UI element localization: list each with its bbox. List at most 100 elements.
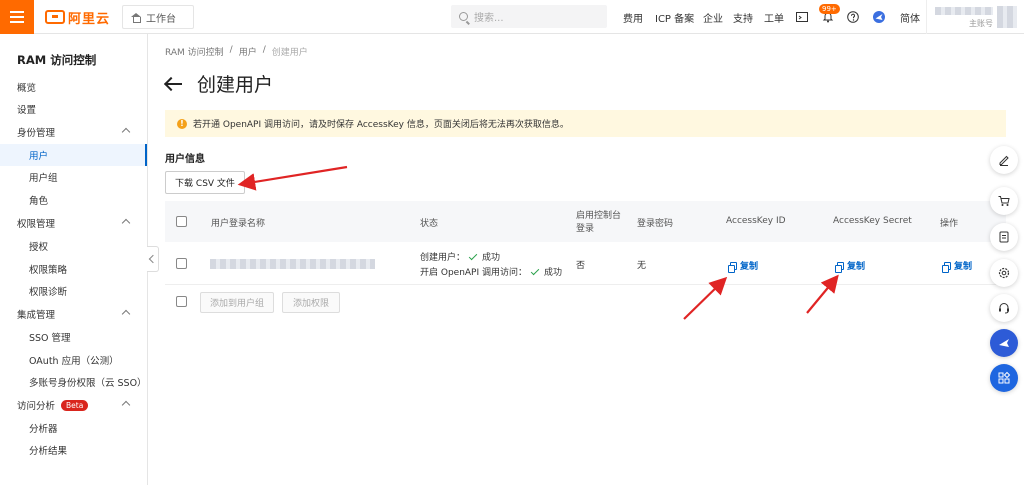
sidebar-item[interactable]: 概览 xyxy=(0,76,147,98)
check-icon xyxy=(468,251,478,261)
notice-text: 若开通 OpenAPI 调用访问，请及时保存 AccessKey 信息，页面关闭… xyxy=(193,120,569,130)
chevron-up-icon[interactable] xyxy=(121,400,131,410)
sidebar-title: RAM 访问控制 xyxy=(17,53,97,67)
breadcrumb-current: 创建用户 xyxy=(271,48,308,58)
select-all-checkbox[interactable] xyxy=(176,216,187,227)
sidebar-item[interactable]: 权限管理 xyxy=(0,212,147,234)
account-name-redacted xyxy=(935,7,993,15)
terminal-icon[interactable] xyxy=(796,11,808,23)
sidebar-item-label: 权限策略 xyxy=(29,265,68,276)
copy-icon xyxy=(728,261,737,273)
sidebar-item-label: 角色 xyxy=(29,196,49,207)
sidebar-item-label: 用户组 xyxy=(29,173,58,184)
chevron-up-icon[interactable] xyxy=(121,218,131,228)
sidebar-item-label: SSO 管理 xyxy=(29,333,71,344)
account-menu[interactable]: 主账号 xyxy=(926,0,1024,34)
sidebar-item-label: 访问分析 xyxy=(17,401,56,412)
warning-icon: ! xyxy=(177,118,187,129)
status-create-label: 创建用户： xyxy=(420,253,466,263)
avatar xyxy=(997,6,1017,28)
apps-grid-icon[interactable] xyxy=(990,364,1018,392)
sidebar-item[interactable]: OAuth 应用（公测） xyxy=(0,349,147,371)
status-cell: 创建用户： 成功 开启 OpenAPI 调用访问： 成功 xyxy=(420,251,562,281)
sidebar-item[interactable]: 用户 xyxy=(0,144,147,166)
nav-icp[interactable]: ICP 备案 xyxy=(655,10,694,25)
sidebar-item-label: 分析器 xyxy=(29,424,58,435)
sidebar-item-label: 权限诊断 xyxy=(29,287,68,298)
sidebar-item[interactable]: 访问分析 Beta xyxy=(0,394,147,416)
copy-icon xyxy=(942,261,951,273)
row-checkbox[interactable] xyxy=(176,258,187,269)
col-login-name: 用户登录名称 xyxy=(211,219,266,229)
copy-label: 复制 xyxy=(954,262,973,272)
sidebar-item[interactable]: 授权 xyxy=(0,235,147,257)
col-accesskey-secret: AccessKey Secret xyxy=(833,216,912,226)
login-name-redacted xyxy=(210,259,375,269)
check-icon xyxy=(530,266,540,276)
chevron-up-icon[interactable] xyxy=(121,127,131,137)
copy-label: 复制 xyxy=(740,262,759,272)
add-to-group-button[interactable]: 添加到用户组 xyxy=(200,292,274,313)
table-footer: 添加到用户组 添加权限 xyxy=(165,292,1006,313)
workbench-button[interactable]: 工作台 xyxy=(122,5,194,29)
document-icon[interactable] xyxy=(990,223,1018,251)
sidebar-item-label: OAuth 应用（公测） xyxy=(29,356,119,367)
settings-gear-icon[interactable] xyxy=(990,259,1018,287)
copy-action-link[interactable]: 复制 xyxy=(942,259,973,273)
home-icon xyxy=(131,12,141,23)
col-password: 登录密码 xyxy=(637,219,674,229)
sidebar-item[interactable]: 身份管理 xyxy=(0,121,147,143)
sidebar-item[interactable]: 用户组 xyxy=(0,166,147,188)
beta-badge: Beta xyxy=(61,399,89,411)
sidebar-item[interactable]: 角色 xyxy=(0,189,147,211)
edit-icon[interactable] xyxy=(990,146,1018,174)
cart-icon[interactable] xyxy=(990,187,1018,215)
table-header: 用户登录名称 状态 启用控制台登录 登录密码 AccessKey ID Acce… xyxy=(165,201,1006,242)
status-openapi-value: 成功 xyxy=(544,268,563,278)
help-icon[interactable] xyxy=(847,11,859,23)
search-placeholder: 搜索... xyxy=(474,13,504,24)
breadcrumb-ram[interactable]: RAM 访问控制 xyxy=(165,45,224,58)
sidebar-item[interactable]: 集成管理 xyxy=(0,303,147,325)
nav-enterprise[interactable]: 企业 xyxy=(703,10,723,25)
sidebar-item-label: 集成管理 xyxy=(17,310,56,321)
aliyun-logo[interactable]: 阿里云 xyxy=(45,8,110,27)
sidebar-item-label: 身份管理 xyxy=(17,128,56,139)
nav-ticket[interactable]: 工单 xyxy=(764,10,784,25)
sidebar-collapse-button[interactable] xyxy=(147,246,159,272)
workbench-label: 工作台 xyxy=(146,13,176,25)
sidebar-item[interactable]: 设置 xyxy=(0,98,147,120)
col-accesskey-id: AccessKey ID xyxy=(726,216,786,226)
status-create-value: 成功 xyxy=(482,253,501,263)
nav-support[interactable]: 支持 xyxy=(733,10,753,25)
back-arrow-icon[interactable] xyxy=(165,77,183,91)
search-icon xyxy=(459,12,468,21)
sidebar-item-label: 多账号身份权限（云 SSO） xyxy=(29,378,147,389)
chevron-up-icon[interactable] xyxy=(121,309,131,319)
col-actions: 操作 xyxy=(940,219,959,229)
menu-icon[interactable] xyxy=(0,0,34,34)
ai-assistant-float-icon[interactable] xyxy=(990,329,1018,357)
sidebar-item[interactable]: SSO 管理 xyxy=(0,326,147,348)
download-csv-button[interactable]: 下载 CSV 文件 xyxy=(165,171,245,194)
sidebar-item[interactable]: 权限策略 xyxy=(0,258,147,280)
nav-billing[interactable]: 费用 xyxy=(623,10,643,25)
sidebar-item[interactable]: 分析器 xyxy=(0,417,147,439)
col-status: 状态 xyxy=(420,219,439,229)
add-permission-button[interactable]: 添加权限 xyxy=(282,292,340,313)
sidebar-item[interactable]: 分析结果 xyxy=(0,439,147,461)
sidebar-item-label: 权限管理 xyxy=(17,219,56,230)
search-input[interactable]: 搜索... xyxy=(451,5,607,28)
console-login-value: 否 xyxy=(576,261,586,271)
copy-accesskey-id-link[interactable]: 复制 xyxy=(728,259,759,273)
breadcrumb-users[interactable]: 用户 xyxy=(239,45,257,58)
customer-service-icon[interactable] xyxy=(990,294,1018,322)
account-type: 主账号 xyxy=(969,19,993,28)
language-switch[interactable]: 简体 xyxy=(900,10,920,25)
sidebar-item[interactable]: 权限诊断 xyxy=(0,280,147,302)
sidebar-item-label: 设置 xyxy=(17,105,37,116)
ai-assistant-icon[interactable] xyxy=(873,11,885,23)
copy-accesskey-secret-link[interactable]: 复制 xyxy=(835,259,865,273)
footer-select-all-checkbox[interactable] xyxy=(176,296,187,307)
sidebar-item[interactable]: 多账号身份权限（云 SSO） xyxy=(0,371,147,393)
